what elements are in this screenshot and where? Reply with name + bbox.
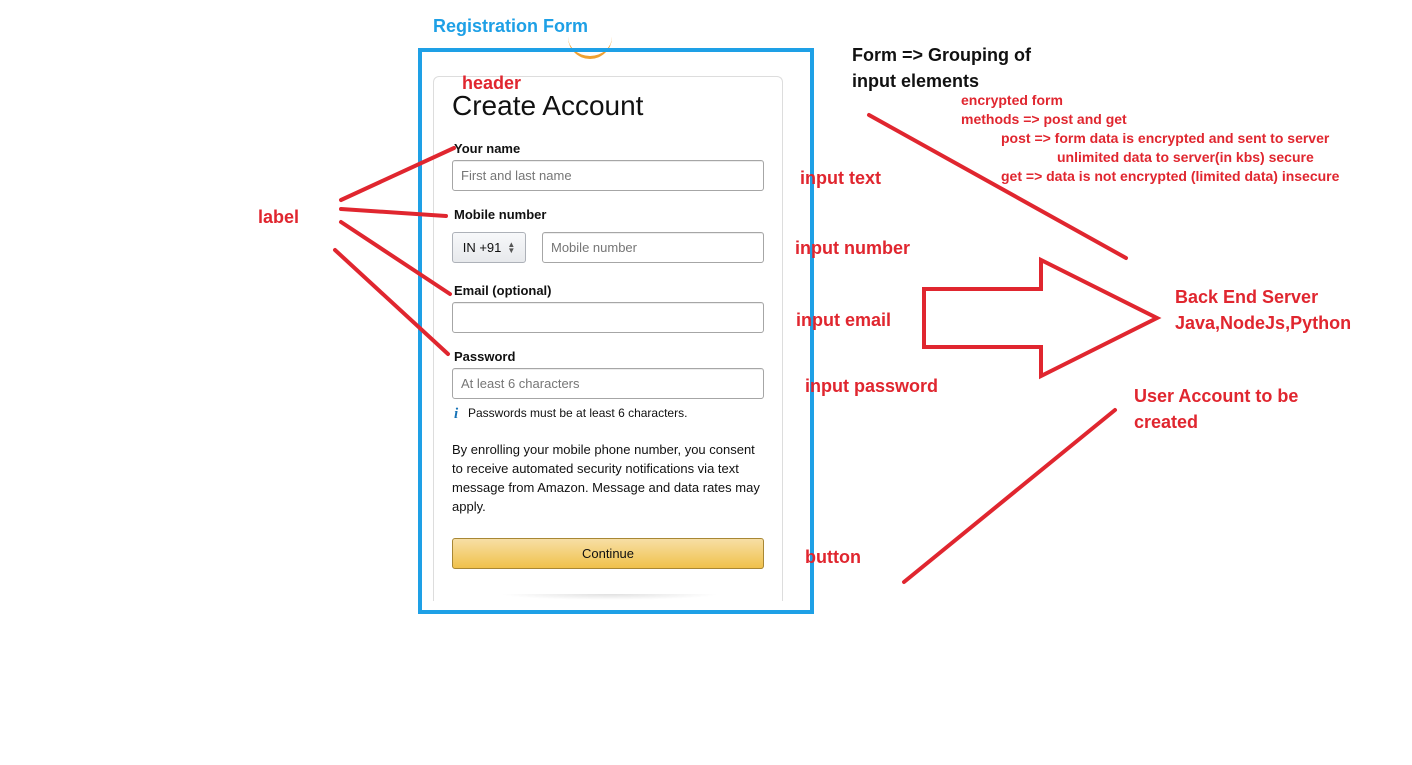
label-line-password — [333, 248, 450, 356]
get-note: get => data is not encrypted (limited da… — [1001, 168, 1340, 184]
input-number-annotation: input number — [795, 238, 910, 258]
label-line-mobile — [339, 207, 448, 218]
backend-server-line1: Back End Server — [1175, 287, 1319, 307]
form-definition: Form => Grouping of input elements — [852, 42, 1031, 94]
user-account-line2: created — [1134, 412, 1199, 432]
button-line — [902, 408, 1117, 584]
input-email-annotation: input email — [796, 310, 892, 330]
methods-note: methods => post and get — [961, 111, 1127, 127]
label-line-email — [339, 220, 452, 296]
user-account-line1: User Account to be — [1134, 386, 1299, 406]
button-annotation: button — [805, 547, 861, 567]
label-line-name — [339, 146, 456, 202]
post-note-cont: unlimited data to server(in kbs) secure — [1057, 149, 1314, 165]
encrypted-form-note: encrypted form — [961, 92, 1063, 108]
user-account-note: User Account to be created — [1134, 383, 1298, 435]
form-definition-line1: Form => Grouping of — [852, 45, 1031, 65]
input-text-annotation: input text — [800, 168, 881, 188]
backend-server-line2: Java,NodeJs,Python — [1175, 313, 1352, 333]
right-arrow-icon — [922, 256, 1162, 380]
backend-server-note: Back End Server Java,NodeJs,Python — [1175, 284, 1351, 336]
post-note: post => form data is encrypted and sent … — [1001, 130, 1330, 146]
label-annotation: label — [258, 207, 300, 227]
input-password-annotation: input password — [805, 376, 939, 396]
